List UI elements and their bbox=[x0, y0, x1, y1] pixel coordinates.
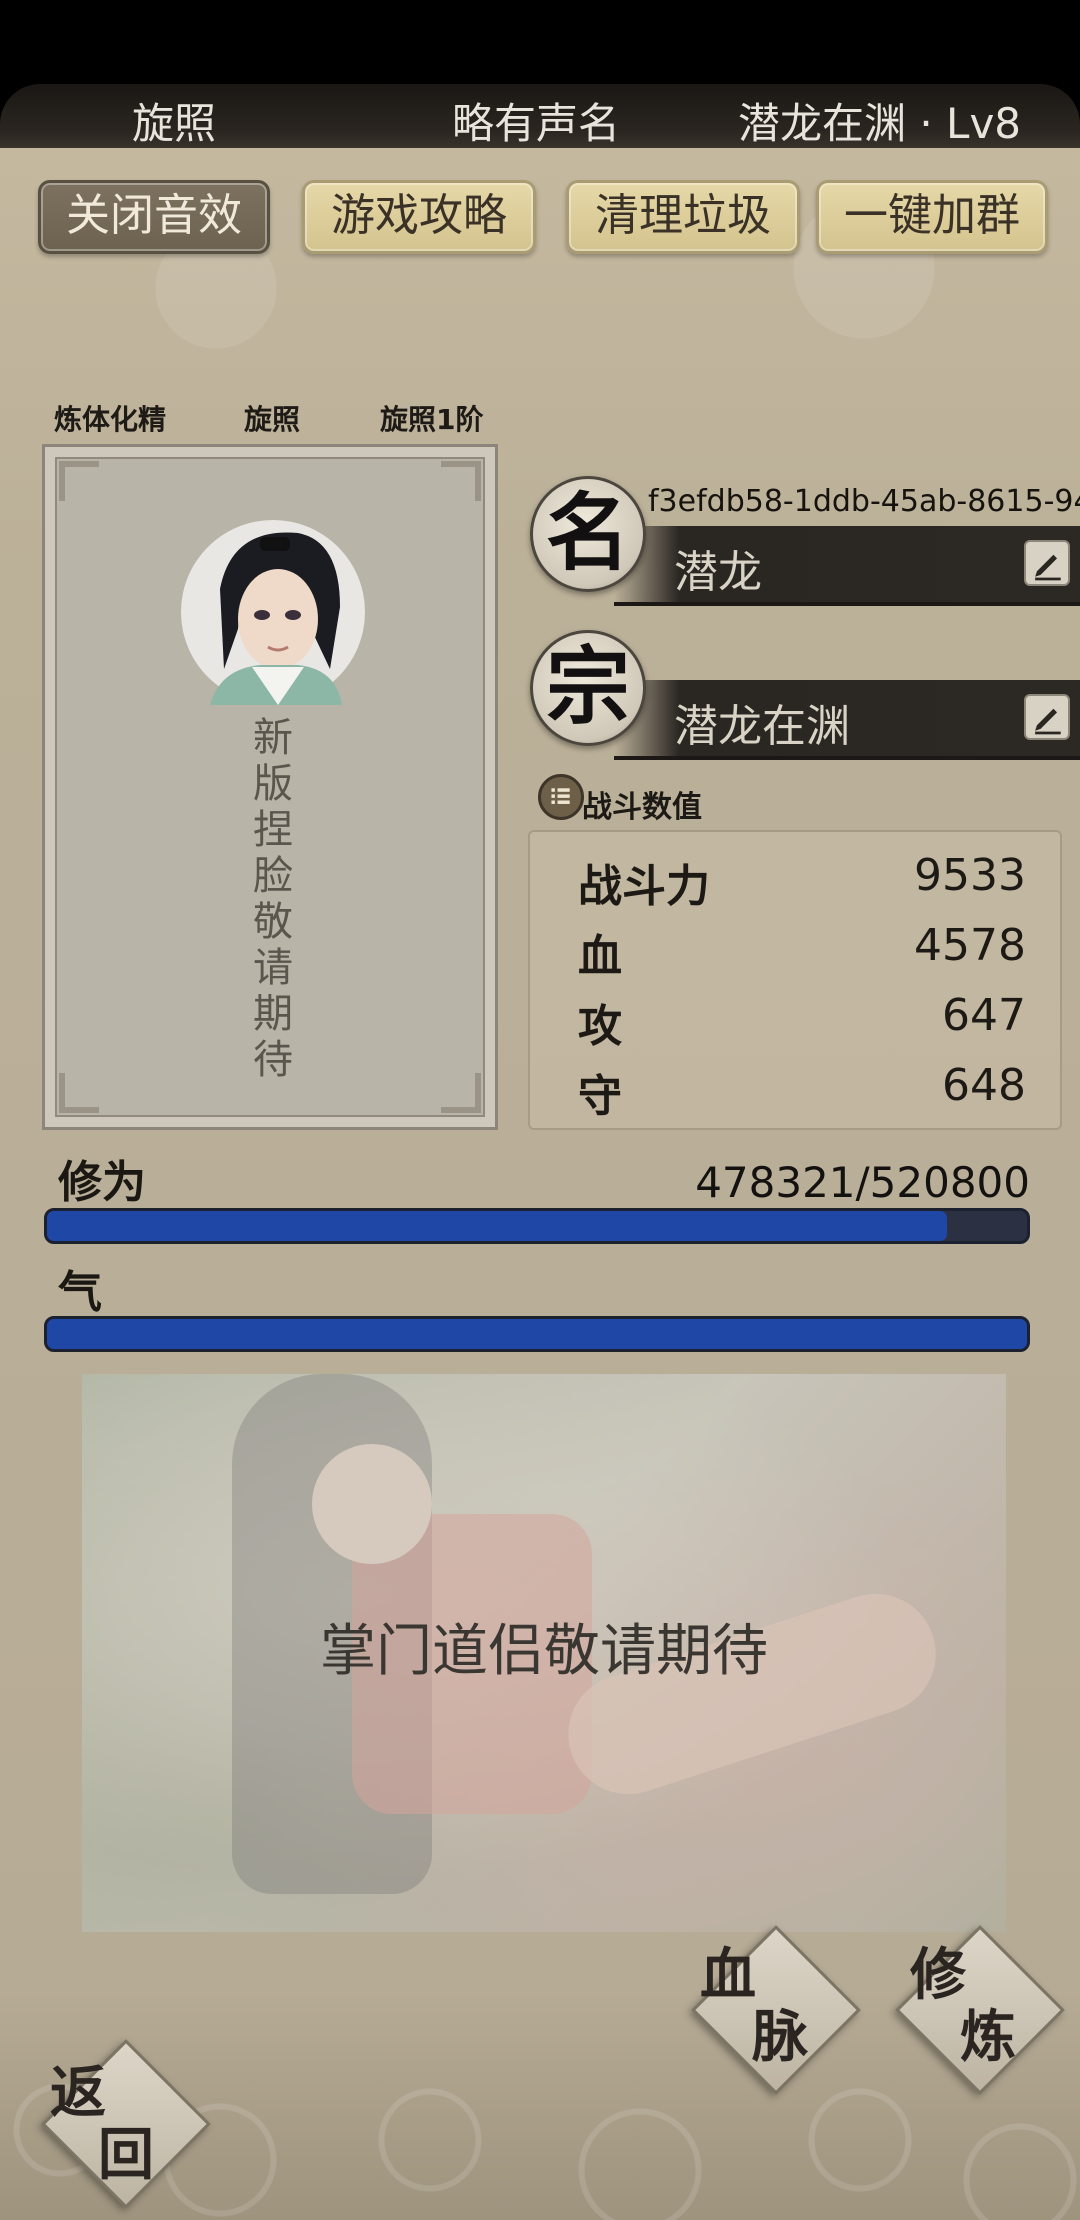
stat-label: 战斗力 bbox=[578, 861, 710, 912]
stat-value: 9533 bbox=[914, 850, 1026, 901]
combat-stats-title: 战斗数值 bbox=[582, 790, 702, 825]
partner-coming-soon: 掌门道侣敬请期待 bbox=[320, 1619, 768, 1684]
stat-value: 4578 bbox=[914, 920, 1026, 971]
stat-row: 守 648 bbox=[578, 1060, 1026, 1122]
portrait-frame: 新版捏脸敬请期待 bbox=[42, 444, 498, 1130]
cultivation-progress-fill bbox=[47, 1211, 948, 1241]
avatar bbox=[181, 520, 365, 705]
pencil-icon bbox=[1035, 708, 1061, 735]
stat-row: 战斗力 9533 bbox=[578, 850, 1026, 912]
back-char-2: 回 bbox=[98, 2122, 154, 2188]
player-id: f3efdb58-1ddb-45ab-8615-94b bbox=[648, 484, 1080, 519]
cultivation-value: 478321/520800 bbox=[695, 1158, 1030, 1207]
qi-progress-fill bbox=[47, 1319, 1027, 1349]
stat-label: 守 bbox=[578, 1071, 622, 1122]
clear-cache-button[interactable]: 清理垃圾 bbox=[566, 180, 800, 254]
bloodline-char-1: 血 bbox=[700, 1942, 756, 2008]
list-icon-glyph bbox=[551, 788, 570, 804]
bloodline-char-2: 脉 bbox=[752, 2004, 808, 2070]
realm-name: 旋照 bbox=[244, 403, 301, 436]
stat-label: 攻 bbox=[578, 1001, 622, 1052]
header-sect-level: 潜龙在渊 · Lv8 bbox=[738, 99, 1022, 148]
frame-corner bbox=[441, 1073, 481, 1113]
realm-stage: 炼体化精 bbox=[54, 403, 167, 436]
qi-progress-bar bbox=[44, 1316, 1030, 1352]
list-icon bbox=[538, 774, 584, 820]
sect-name: 潜龙在渊 bbox=[674, 701, 850, 752]
player-name: 潜龙 bbox=[674, 547, 762, 598]
header-banner: 旋照 略有声名 潜龙在渊 · Lv8 bbox=[0, 84, 1080, 150]
train-char-2: 炼 bbox=[960, 2004, 1016, 2070]
name-seal: 名 bbox=[530, 476, 646, 592]
qi-label: 气 bbox=[58, 1267, 102, 1318]
edit-sect-button[interactable] bbox=[1024, 694, 1070, 740]
cultivation-label: 修为 bbox=[58, 1157, 146, 1208]
realm-level: 旋照1阶 bbox=[380, 403, 484, 436]
stat-row: 攻 647 bbox=[578, 990, 1026, 1052]
game-guide-button[interactable]: 游戏攻略 bbox=[302, 180, 536, 254]
stat-value: 647 bbox=[942, 990, 1026, 1041]
join-group-button[interactable]: 一键加群 bbox=[816, 180, 1048, 254]
stat-value: 648 bbox=[942, 1060, 1026, 1111]
combat-stats-panel: 战斗力 9533 血 4578 攻 647 守 648 bbox=[528, 830, 1062, 1130]
toggle-sound-button[interactable]: 关闭音效 bbox=[38, 180, 270, 254]
name-bar: 潜龙 bbox=[614, 526, 1080, 606]
frame-corner bbox=[441, 461, 481, 501]
stat-row: 血 4578 bbox=[578, 920, 1026, 982]
sect-seal: 宗 bbox=[530, 630, 646, 746]
header-realm: 旋照 bbox=[132, 99, 217, 148]
stat-label: 血 bbox=[578, 931, 622, 982]
partner-illustration: 掌门道侣敬请期待 bbox=[82, 1374, 1006, 1932]
pencil-icon bbox=[1035, 554, 1061, 581]
sect-bar: 潜龙在渊 bbox=[614, 680, 1080, 760]
face-editor-placeholder: 新版捏脸敬请期待 bbox=[253, 715, 293, 1083]
header-reputation: 略有声名 bbox=[452, 99, 621, 148]
cultivation-progress-bar bbox=[44, 1208, 1030, 1244]
train-char-1: 修 bbox=[910, 1942, 966, 2008]
edit-name-button[interactable] bbox=[1024, 540, 1070, 586]
frame-corner bbox=[59, 461, 99, 501]
frame-corner bbox=[59, 1073, 99, 1113]
